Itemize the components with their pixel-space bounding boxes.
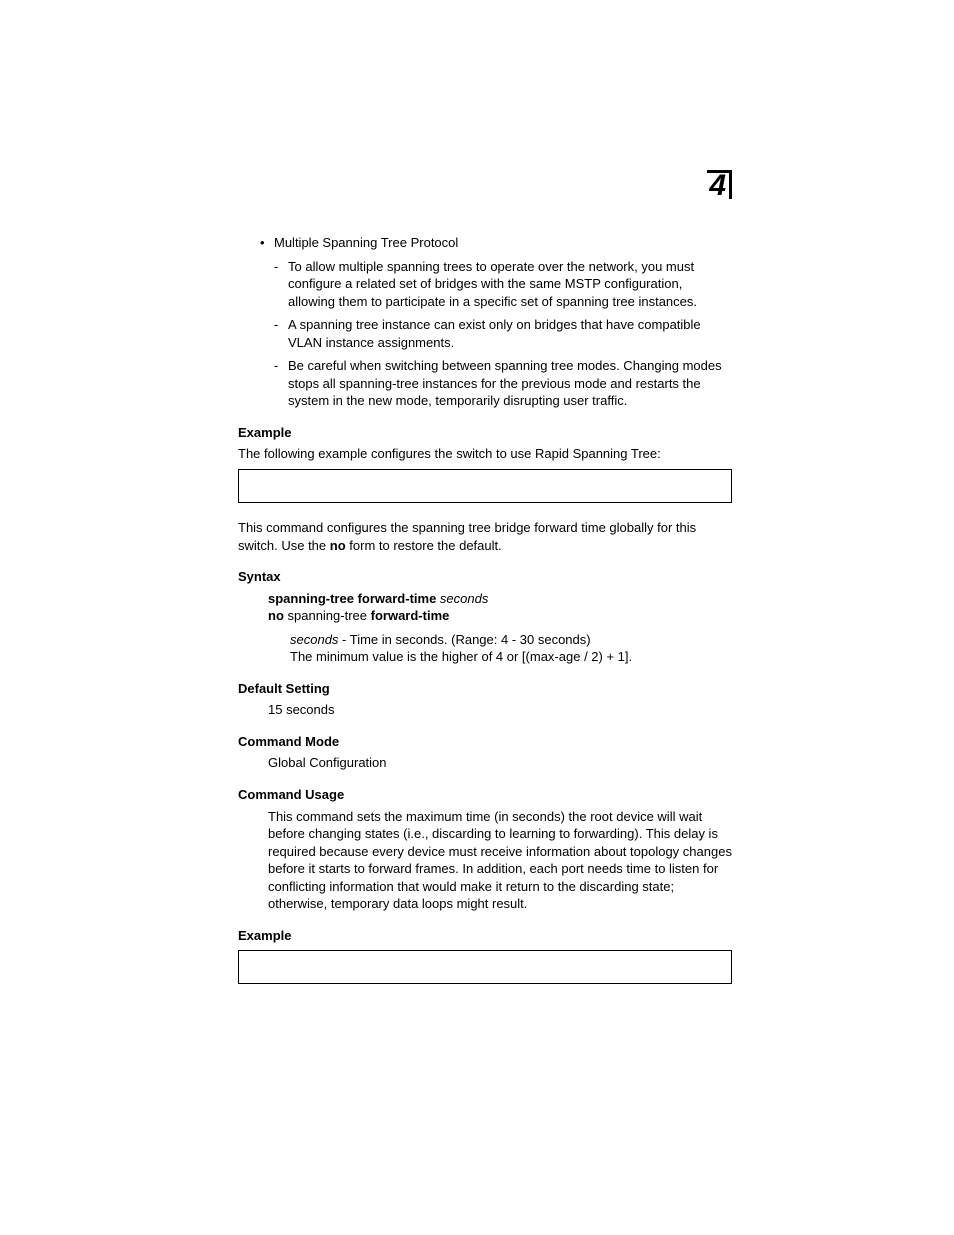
param-description: seconds - Time in seconds. (Range: 4 - 3… (290, 631, 732, 666)
param-name: seconds (290, 632, 338, 647)
sub-item: - To allow multiple spanning trees to op… (274, 258, 732, 311)
sub-item: - Be careful when switching between span… (274, 357, 732, 410)
syntax-param: seconds (436, 591, 488, 606)
syntax-command: spanning-tree forward-time (268, 591, 436, 606)
command-description: This command configures the spanning tre… (238, 519, 732, 554)
sub-item: - A spanning tree instance can exist onl… (274, 316, 732, 351)
sub-text: A spanning tree instance can exist only … (288, 316, 732, 351)
syntax-plain: spanning-tree (284, 608, 371, 623)
example-description: The following example configures the swi… (238, 445, 732, 463)
bullet-item: • Multiple Spanning Tree Protocol (260, 234, 732, 252)
dash-marker: - (274, 316, 288, 351)
param-line: seconds - Time in seconds. (Range: 4 - 3… (290, 631, 732, 649)
bullet-list: • Multiple Spanning Tree Protocol - To a… (260, 234, 732, 410)
dash-marker: - (274, 357, 288, 410)
page-content: 4 • Multiple Spanning Tree Protocol - To… (238, 190, 732, 984)
syntax-no: no (268, 608, 284, 623)
code-example-box-2 (238, 950, 732, 984)
command-mode-value: Global Configuration (268, 754, 732, 772)
syntax-line: no spanning-tree forward-time (268, 607, 732, 625)
syntax-block: spanning-tree forward-time seconds no sp… (268, 590, 732, 625)
sub-text: Be careful when switching between spanni… (288, 357, 732, 410)
command-mode-heading: Command Mode (238, 733, 732, 751)
command-usage-heading: Command Usage (238, 786, 732, 804)
code-example-box (238, 469, 732, 503)
param-text: - Time in seconds. (Range: 4 - 30 second… (338, 632, 590, 647)
param-line: The minimum value is the higher of 4 or … (290, 648, 732, 666)
default-setting-value: 15 seconds (268, 701, 732, 719)
sub-list: - To allow multiple spanning trees to op… (274, 258, 732, 410)
command-usage-text: This command sets the maximum time (in s… (268, 808, 732, 913)
example-heading-2: Example (238, 927, 732, 945)
text-fragment: form to restore the default. (346, 538, 502, 553)
dash-marker: - (274, 258, 288, 311)
no-keyword: no (330, 538, 346, 553)
example-heading: Example (238, 424, 732, 442)
default-setting-heading: Default Setting (238, 680, 732, 698)
syntax-line: spanning-tree forward-time seconds (268, 590, 732, 608)
bullet-text: Multiple Spanning Tree Protocol (274, 234, 732, 252)
syntax-heading: Syntax (238, 568, 732, 586)
chapter-number: 4 (707, 170, 732, 199)
syntax-keyword: forward-time (371, 608, 450, 623)
bullet-marker: • (260, 234, 274, 252)
sub-text: To allow multiple spanning trees to oper… (288, 258, 732, 311)
